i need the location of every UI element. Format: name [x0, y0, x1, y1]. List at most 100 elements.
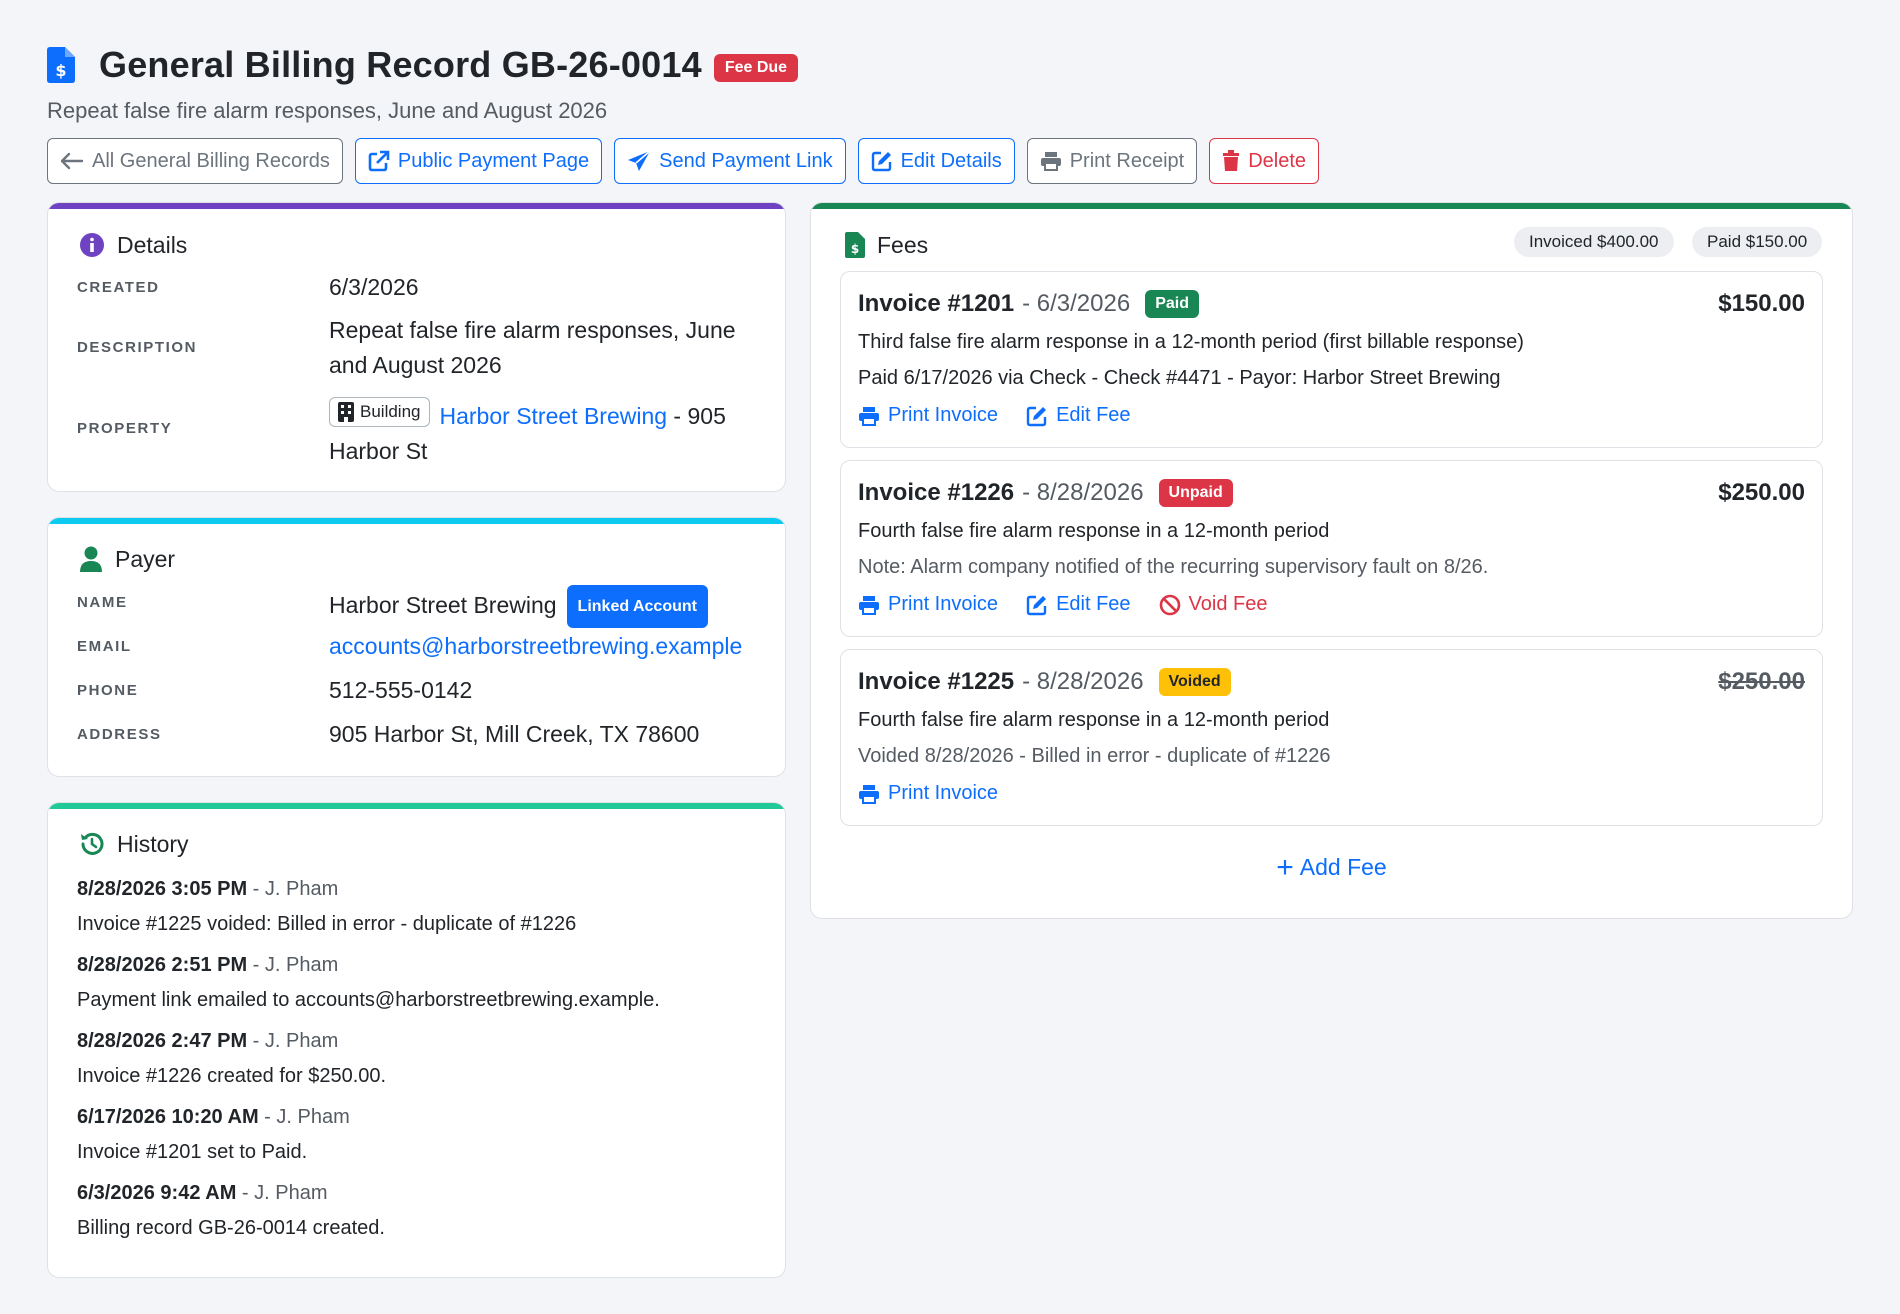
details-card: Details CREATED 6/3/2026 DESCRIPTION Rep… [47, 202, 786, 492]
svg-text:$: $ [851, 242, 859, 256]
invoice-date: - 8/28/2026 [1022, 479, 1144, 506]
paid-total-pill: Paid $150.00 [1692, 227, 1823, 257]
svg-text:$: $ [55, 61, 66, 80]
history-time: 6/3/2026 9:42 AM [77, 1182, 237, 1204]
address-label: ADDRESS [77, 726, 162, 743]
paper-plane-icon [628, 150, 651, 171]
invoice-number: Invoice #1225 [858, 668, 1015, 695]
edit-icon [1026, 595, 1047, 615]
edit-fee-link[interactable]: Edit Fee [1026, 593, 1131, 616]
arrow-left-icon [60, 152, 84, 170]
description-value: Repeat false fire alarm responses, June … [329, 313, 736, 383]
history-time: 8/28/2026 3:05 PM [77, 878, 248, 900]
history-entry-2: 8/28/2026 2:51 PM - J. Pham [77, 954, 338, 977]
details-title: Details [117, 231, 188, 258]
invoice-number: Invoice #1226 [858, 479, 1015, 506]
fee-actions: Print Invoice Edit Fee [858, 404, 1131, 427]
delete-label: Delete [1248, 149, 1307, 172]
user-icon [80, 546, 102, 572]
status-badge: Paid [1145, 290, 1199, 318]
history-author: - J. Pham [247, 954, 339, 976]
invoice-number: Invoice #1201 [858, 290, 1015, 317]
print-receipt-button[interactable]: Print Receipt [1026, 138, 1198, 184]
print-invoice-label: Print Invoice [888, 593, 999, 615]
history-header: History [79, 829, 189, 859]
history-entry-5: 6/3/2026 9:42 AM - J. Pham [77, 1182, 328, 1205]
edit-fee-label: Edit Fee [1056, 593, 1131, 615]
send-payment-link-button[interactable]: Send Payment Link [614, 138, 846, 184]
edit-fee-label: Edit Fee [1056, 404, 1131, 426]
fee-actions: Print Invoice [858, 782, 998, 805]
fee-amount: $150.00 [1718, 290, 1805, 317]
add-fee-label: Add Fee [1299, 854, 1387, 880]
history-text-5: Billing record GB-26-0014 created. [77, 1217, 385, 1239]
fee-description: Third false fire alarm response in a 12-… [858, 331, 1524, 353]
void-fee-link[interactable]: Void Fee [1159, 593, 1268, 616]
history-text-1: Invoice #1225 voided: Billed in error - … [77, 913, 577, 935]
payer-address: 905 Harbor St, Mill Creek, TX 78600 [329, 721, 700, 747]
history-author: - J. Pham [258, 1106, 350, 1128]
payer-email-link[interactable]: accounts@harborstreetbrewing.example [329, 629, 742, 664]
history-text-4: Invoice #1201 set to Paid. [77, 1141, 308, 1163]
public-payment-page-button[interactable]: Public Payment Page [354, 138, 603, 184]
fee-void-note: Voided 8/28/2026 - Billed in error - dup… [858, 745, 1331, 767]
print-icon [859, 595, 879, 615]
payer-accent-bar [48, 518, 785, 524]
payer-name-value: Harbor Street Brewing Linked Account [329, 585, 708, 628]
history-time: 8/28/2026 2:47 PM [77, 1030, 248, 1052]
print-icon [859, 784, 879, 804]
fee-amount: $250.00 [1718, 479, 1805, 506]
history-title: History [117, 830, 189, 857]
page: $ General Billing Record GB-26-0014 Fee … [47, 40, 1853, 184]
fees-card: $ Fees Invoiced $400.00 Paid $150.00 Inv… [810, 202, 1853, 919]
history-time: 6/17/2026 10:20 AM [77, 1106, 259, 1128]
fees-title: Fees [877, 231, 929, 258]
add-fee-button[interactable]: + Add Fee [811, 851, 1852, 885]
created-label: CREATED [77, 279, 160, 296]
details-header: Details [79, 230, 187, 260]
info-circle-icon [80, 233, 104, 257]
property-link[interactable]: Harbor Street Brewing [440, 403, 668, 429]
file-invoice-dollar-icon: $ [845, 232, 865, 258]
edit-fee-link[interactable]: Edit Fee [1026, 404, 1131, 427]
file-invoice-dollar-icon: $ [47, 46, 83, 84]
edit-details-button[interactable]: Edit Details [857, 138, 1015, 184]
title-row: $ General Billing Record GB-26-0014 Fee … [47, 40, 1853, 90]
fee-note: Note: Alarm company notified of the recu… [858, 556, 1489, 578]
print-invoice-link[interactable]: Print Invoice [858, 404, 998, 427]
phone-label: PHONE [77, 682, 139, 699]
fee-amount: $250.00 [1718, 668, 1805, 695]
payer-phone: 512-555-0142 [329, 677, 473, 703]
fee-header: Invoice #1201 - 6/3/2026 Paid [858, 290, 1199, 318]
linked-account-badge: Linked Account [566, 585, 708, 628]
property-type-label: Building [360, 402, 421, 421]
building-icon [338, 402, 354, 422]
toolbar: All General Billing Records Public Payme… [47, 138, 1853, 184]
print-invoice-link[interactable]: Print Invoice [858, 782, 998, 805]
history-text-2: Payment link emailed to accounts@harbors… [77, 989, 660, 1011]
delete-button[interactable]: Delete [1209, 138, 1320, 184]
fee-header: Invoice #1225 - 8/28/2026 Voided [858, 668, 1231, 696]
property-label: PROPERTY [77, 420, 173, 437]
fees-header: $ Fees [845, 230, 928, 260]
history-author: - J. Pham [247, 878, 339, 900]
print-icon [1040, 152, 1061, 171]
all-records-button[interactable]: All General Billing Records [47, 138, 343, 184]
details-accent-bar [48, 203, 785, 209]
history-card: History 8/28/2026 3:05 PM - J. Pham Invo… [47, 802, 786, 1278]
history-text-3: Invoice #1226 created for $250.00. [77, 1065, 387, 1087]
payer-header: Payer [79, 544, 175, 574]
name-label: NAME [77, 594, 128, 611]
description-line-2: and August 2026 [329, 352, 502, 378]
print-icon [859, 406, 879, 426]
history-icon [81, 832, 104, 855]
created-value: 6/3/2026 [329, 274, 419, 300]
status-badge: Voided [1158, 668, 1231, 696]
external-link-icon [368, 150, 390, 172]
fee-header: Invoice #1226 - 8/28/2026 Unpaid [858, 479, 1233, 507]
fee-payment-note: Paid 6/17/2026 via Check - Check #4471 -… [858, 367, 1501, 389]
history-entry-1: 8/28/2026 3:05 PM - J. Pham [77, 878, 338, 901]
print-receipt-label: Print Receipt [1069, 149, 1185, 172]
plus-icon: + [1276, 851, 1294, 884]
print-invoice-link[interactable]: Print Invoice [858, 593, 998, 616]
